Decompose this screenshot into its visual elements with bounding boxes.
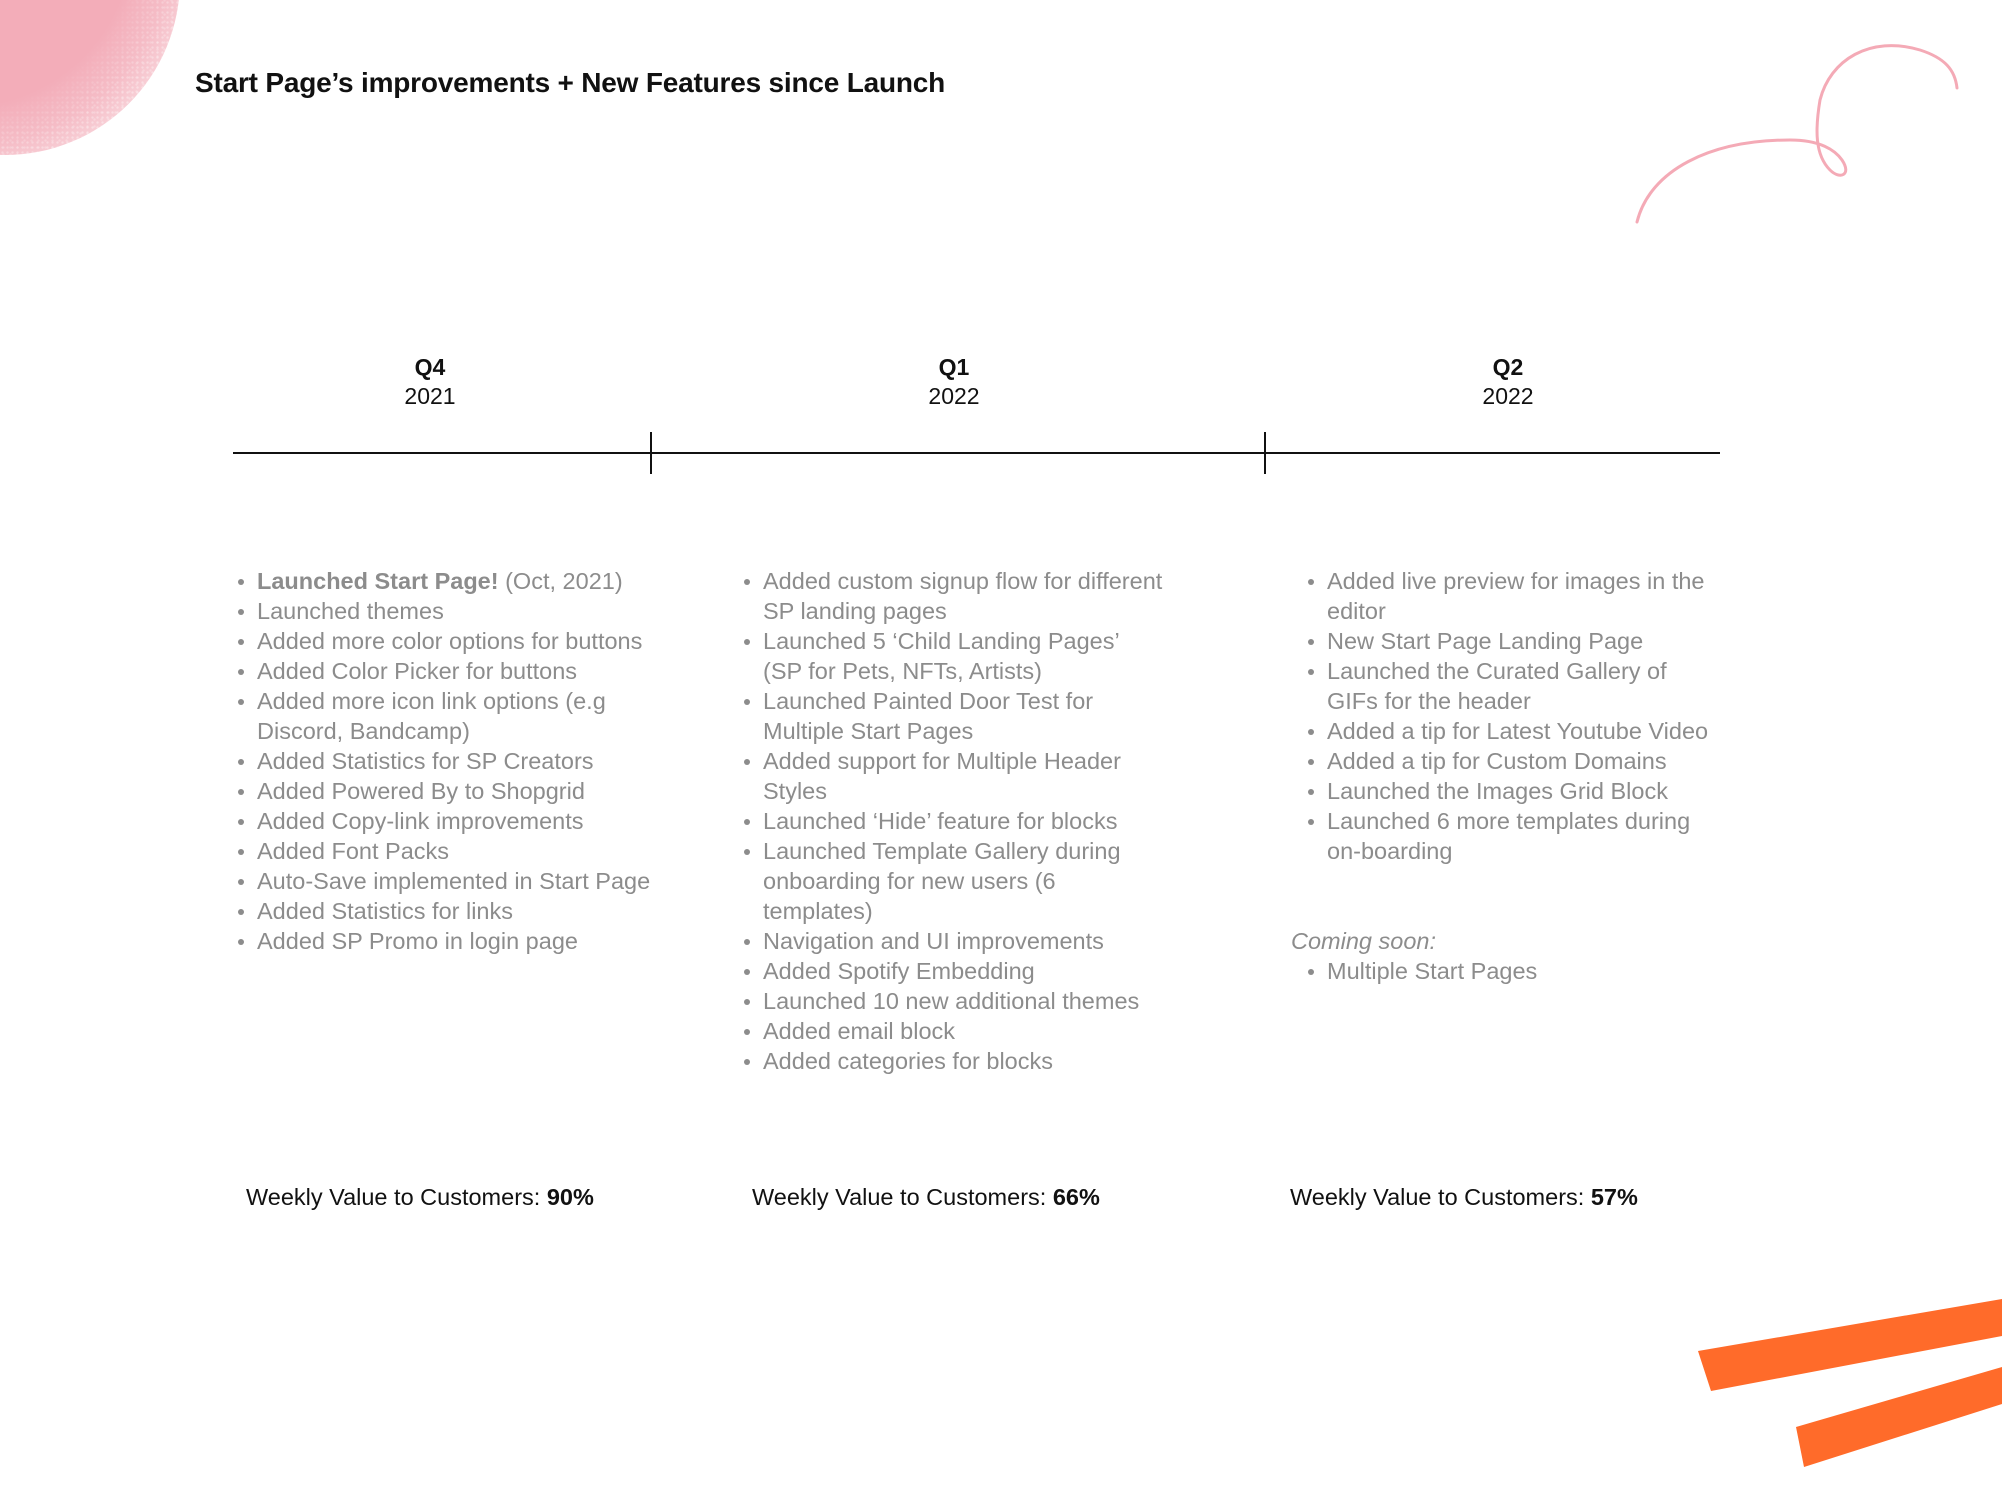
weekly-value-q4: Weekly Value to Customers: 90% [246,1182,594,1212]
quarter-year: 2021 [404,383,456,409]
coming-soon-item: Multiple Start Pages [1307,956,1717,986]
feature-item-text: Navigation and UI improvements [763,928,1104,954]
quarter-label-q4: Q4 2021 [310,353,550,411]
feature-list-item: Added Spotify Embedding [743,956,1163,986]
q1-feature-list: Added custom signup flow for different S… [743,566,1163,1076]
feature-list-item: Added custom signup flow for different S… [743,566,1163,626]
feature-item-text: Launched Painted Door Test for Multiple … [763,688,1094,744]
feature-list-item: Added more icon link options (e.g Discor… [237,686,652,746]
feature-list-item: Added Powered By to Shopgrid [237,776,652,806]
feature-list-item: Added Font Packs [237,836,652,866]
feature-item-text: Added Copy-link improvements [257,808,584,834]
feature-item-highlight: Launched Start Page! [257,568,499,594]
quarter-name: Q2 [1492,354,1524,380]
weekly-value-percent: 57% [1590,1184,1638,1210]
weekly-value-percent: 90% [546,1184,594,1210]
feature-list-item: Added Statistics for SP Creators [237,746,652,776]
feature-item-text: Added Statistics for SP Creators [257,748,594,774]
feature-item-text: Added Spotify Embedding [763,958,1035,984]
feature-list-item: New Start Page Landing Page [1307,626,1717,656]
pink-blob-grain-decoration [0,0,180,155]
feature-item-text: Launched 10 new additional themes [763,988,1140,1014]
feature-list-item: Added live preview for images in the edi… [1307,566,1717,626]
feature-list-item: Added support for Multiple Header Styles [743,746,1163,806]
quarter-year: 2022 [1482,383,1534,409]
weekly-value-label: Weekly Value to Customers: [1290,1184,1591,1210]
feature-item-text: Launched 5 ‘Child Landing Pages’ (SP for… [763,628,1119,684]
feature-list-item: Launched 6 more templates during on-boar… [1307,806,1717,866]
feature-list-item: Added a tip for Custom Domains [1307,746,1717,776]
orange-stripe-top [1698,1299,2002,1391]
feature-item-text: Added Font Packs [257,838,450,864]
feature-list-item: Added Copy-link improvements [237,806,652,836]
feature-item-text: Added Powered By to Shopgrid [257,778,585,804]
feature-item-text: Added a tip for Latest Youtube Video [1327,718,1709,744]
feature-item-text: Added support for Multiple Header Styles [763,748,1121,804]
pink-squiggle-decoration [1635,44,1959,224]
feature-item-text: Added Statistics for links [257,898,513,924]
squiggle-path [1635,44,1959,224]
feature-list-item: Added categories for blocks [743,1046,1163,1076]
weekly-value-q2: Weekly Value to Customers: 57% [1290,1182,1638,1212]
timeline-axis [233,452,1720,454]
weekly-value-label: Weekly Value to Customers: [752,1184,1053,1210]
feature-item-text: Launched the Curated Gallery of GIFs for… [1327,658,1667,714]
feature-list-item: Launched ‘Hide’ feature for blocks [743,806,1163,836]
feature-list-item: Added SP Promo in login page [237,926,652,956]
quarter-label-q1: Q1 2022 [834,353,1074,411]
quarter-year: 2022 [928,383,980,409]
feature-item-text: Launched Template Gallery during onboard… [763,838,1121,924]
q4-feature-list: Launched Start Page! (Oct, 2021) Launched… [237,566,652,956]
feature-item-text: Launched 6 more templates during on-boar… [1327,808,1691,864]
orange-stripes-decoration [1698,1299,2002,1467]
feature-list-item: Launched 10 new additional themes [743,986,1163,1016]
feature-list-item: Added email block [743,1016,1163,1046]
feature-list-item: Launched the Curated Gallery of GIFs for… [1307,656,1717,716]
feature-list-item: Launched the Images Grid Block [1307,776,1717,806]
feature-item-text: New Start Page Landing Page [1327,628,1644,654]
feature-item-text: Added Color Picker for buttons [257,658,578,684]
feature-list-item: Added more color options for buttons [237,626,652,656]
feature-item-text: Launched ‘Hide’ feature for blocks [763,808,1118,834]
feature-list-item: Auto-Save implemented in Start Page [237,866,652,896]
feature-list-item: Added Statistics for links [237,896,652,926]
feature-list-item: Launched Painted Door Test for Multiple … [743,686,1163,746]
page-title: Start Page’s improvements + New Features… [195,67,946,98]
feature-item-text: Added email block [763,1018,956,1044]
coming-soon-list: Multiple Start Pages [1307,956,1717,986]
feature-item-text: Launched the Images Grid Block [1327,778,1668,804]
feature-item-text: Added SP Promo in login page [257,928,578,954]
orange-stripe-bottom [1796,1367,2002,1467]
weekly-value-label: Weekly Value to Customers: [246,1184,547,1210]
feature-item-text: Added custom signup flow for different S… [763,568,1163,624]
timeline-tick-q1-q2 [1264,432,1266,474]
quarter-name: Q4 [414,354,446,380]
feature-item-text: Added categories for blocks [763,1048,1053,1074]
feature-list-item: Added Color Picker for buttons [237,656,652,686]
quarter-label-q2: Q2 2022 [1388,353,1628,411]
feature-item-text: Added more icon link options (e.g Discor… [257,688,606,744]
feature-list-item: Launched 5 ‘Child Landing Pages’ (SP for… [743,626,1163,686]
q2-feature-list: Added live preview for images in the edi… [1307,566,1717,866]
feature-list-item: Launched themes [237,596,652,626]
feature-item-text: Auto-Save implemented in Start Page [257,868,651,894]
feature-item-text: Launched themes [257,598,444,624]
feature-list-item: Launched Template Gallery during onboard… [743,836,1163,926]
quarter-name: Q1 [938,354,970,380]
feature-item-text: Added a tip for Custom Domains [1327,748,1667,774]
feature-item-text: Added live preview for images in the edi… [1327,568,1705,624]
weekly-value-percent: 66% [1052,1184,1100,1210]
timeline-tick-q4-q1 [650,432,652,474]
feature-list-item: Added a tip for Latest Youtube Video [1307,716,1717,746]
coming-soon-label: Coming soon: [1291,928,1436,954]
feature-item-text: (Oct, 2021) [498,568,623,594]
weekly-value-q1: Weekly Value to Customers: 66% [752,1182,1100,1212]
feature-list-item: Launched Start Page! (Oct, 2021) [237,566,652,596]
feature-list-item: Navigation and UI improvements [743,926,1163,956]
feature-item-text: Added more color options for buttons [257,628,643,654]
